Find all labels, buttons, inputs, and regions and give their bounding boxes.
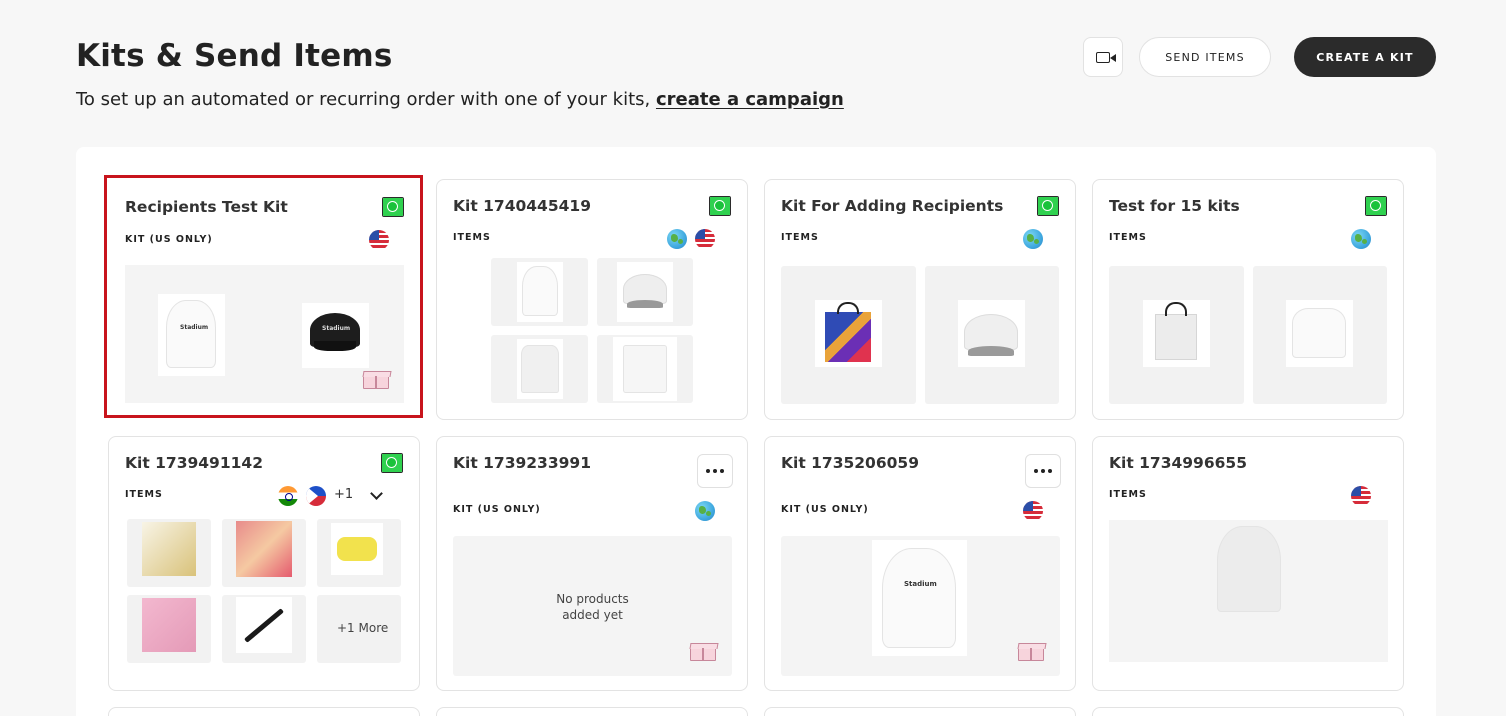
active-status-icon [381,453,403,473]
us-flag-icon [369,230,389,250]
kit-card[interactable]: Kit For Adding Recipients ITEMS [764,179,1076,420]
more-products-tile[interactable]: +1 More [317,595,401,663]
kit-card[interactable]: Kit 1735206059 KIT (US ONLY) Stadium [764,436,1076,691]
product-tile [222,519,306,587]
kit-card[interactable] [436,707,748,716]
video-button[interactable] [1083,37,1123,77]
kit-type: ITEMS [1109,489,1147,500]
cap-product-tile [925,266,1059,404]
kit-card[interactable] [764,707,1076,716]
cap-product-tile [597,258,693,326]
kit-name: Kit 1740445419 [453,197,591,215]
kit-name: Kit 1739233991 [453,454,591,472]
cap-product-image: Stadium [302,303,369,368]
jacket-product-image [1109,520,1388,662]
product-tile [222,595,306,663]
kit-card[interactable]: Recipients Test Kit KIT (US ONLY) Stadiu… [104,175,423,418]
video-camera-icon [1096,51,1116,63]
extra-regions-count: +1 [334,487,354,502]
send-items-button[interactable]: SEND ITEMS [1139,37,1271,77]
globe-icon [1023,229,1043,249]
kit-card[interactable]: Kit 1734996655 ITEMS [1092,436,1404,691]
india-flag-icon [278,486,298,506]
create-kit-button[interactable]: CREATE A KIT [1294,37,1436,77]
kit-name: Kit 1739491142 [125,454,263,472]
active-status-icon [382,197,404,217]
tote-product-tile [781,266,916,404]
gift-box-icon [1018,647,1044,661]
kit-card[interactable] [108,707,420,716]
kit-type: ITEMS [781,232,819,243]
kit-type: KIT (US ONLY) [453,504,541,515]
tote-product-tile [1109,266,1244,404]
kit-type: KIT (US ONLY) [125,234,213,245]
empty-products-text: No products added yet [556,592,629,622]
philippines-flag-icon [306,486,326,506]
kit-name: Test for 15 kits [1109,197,1240,215]
kit-card[interactable]: Kit 1739233991 KIT (US ONLY) No products… [436,436,748,691]
active-status-icon [1365,196,1387,216]
kit-type: KIT (US ONLY) [781,504,869,515]
more-products-label: +1 More [337,621,389,635]
kit-preview: Stadium Stadium [125,265,404,403]
kit-preview: Stadium [781,536,1060,676]
tshirt-product-tile [491,335,588,403]
us-flag-icon [1351,486,1371,506]
hoodie-product-image: Stadium [872,540,967,656]
gift-box-icon [363,375,389,389]
gift-box-icon [690,647,716,661]
kits-page: Kits & Send Items To set up an automated… [0,0,1506,716]
product-tile [127,519,211,587]
page-title: Kits & Send Items [76,38,393,74]
sweatshirt-product-tile [1253,266,1387,404]
kit-preview: No products added yet [453,536,732,676]
product-tile [317,519,401,587]
kit-preview [1109,520,1388,662]
create-campaign-link[interactable]: create a campaign [656,89,844,110]
kit-card[interactable]: Kit 1740445419 ITEMS [436,179,748,420]
us-flag-icon [695,229,715,249]
more-options-button[interactable] [1025,454,1061,488]
hoodie-product-tile [491,258,588,326]
kit-card[interactable] [1092,707,1404,716]
active-status-icon [709,196,731,216]
kit-type: ITEMS [1109,232,1147,243]
kit-name: Recipients Test Kit [125,198,288,216]
kit-type: ITEMS [125,489,163,500]
product-tile [127,595,211,663]
more-options-button[interactable] [697,454,733,488]
kit-name: Kit 1735206059 [781,454,919,472]
globe-icon [695,501,715,521]
us-flag-icon [1023,501,1043,521]
shorts-product-tile [597,335,693,403]
globe-icon [1351,229,1371,249]
subtitle-text: To set up an automated or recurring orde… [76,89,651,110]
hoodie-product-image: Stadium [158,294,225,376]
globe-icon [667,229,687,249]
kit-name: Kit 1734996655 [1109,454,1247,472]
kit-name: Kit For Adding Recipients [781,197,1004,215]
kit-card[interactable]: Test for 15 kits ITEMS [1092,179,1404,420]
kit-type: ITEMS [453,232,491,243]
page-subtitle: To set up an automated or recurring orde… [76,89,844,110]
kit-card[interactable]: Kit 1739491142 ITEMS +1 +1 More [108,436,420,691]
chevron-down-icon[interactable] [370,487,383,500]
active-status-icon [1037,196,1059,216]
